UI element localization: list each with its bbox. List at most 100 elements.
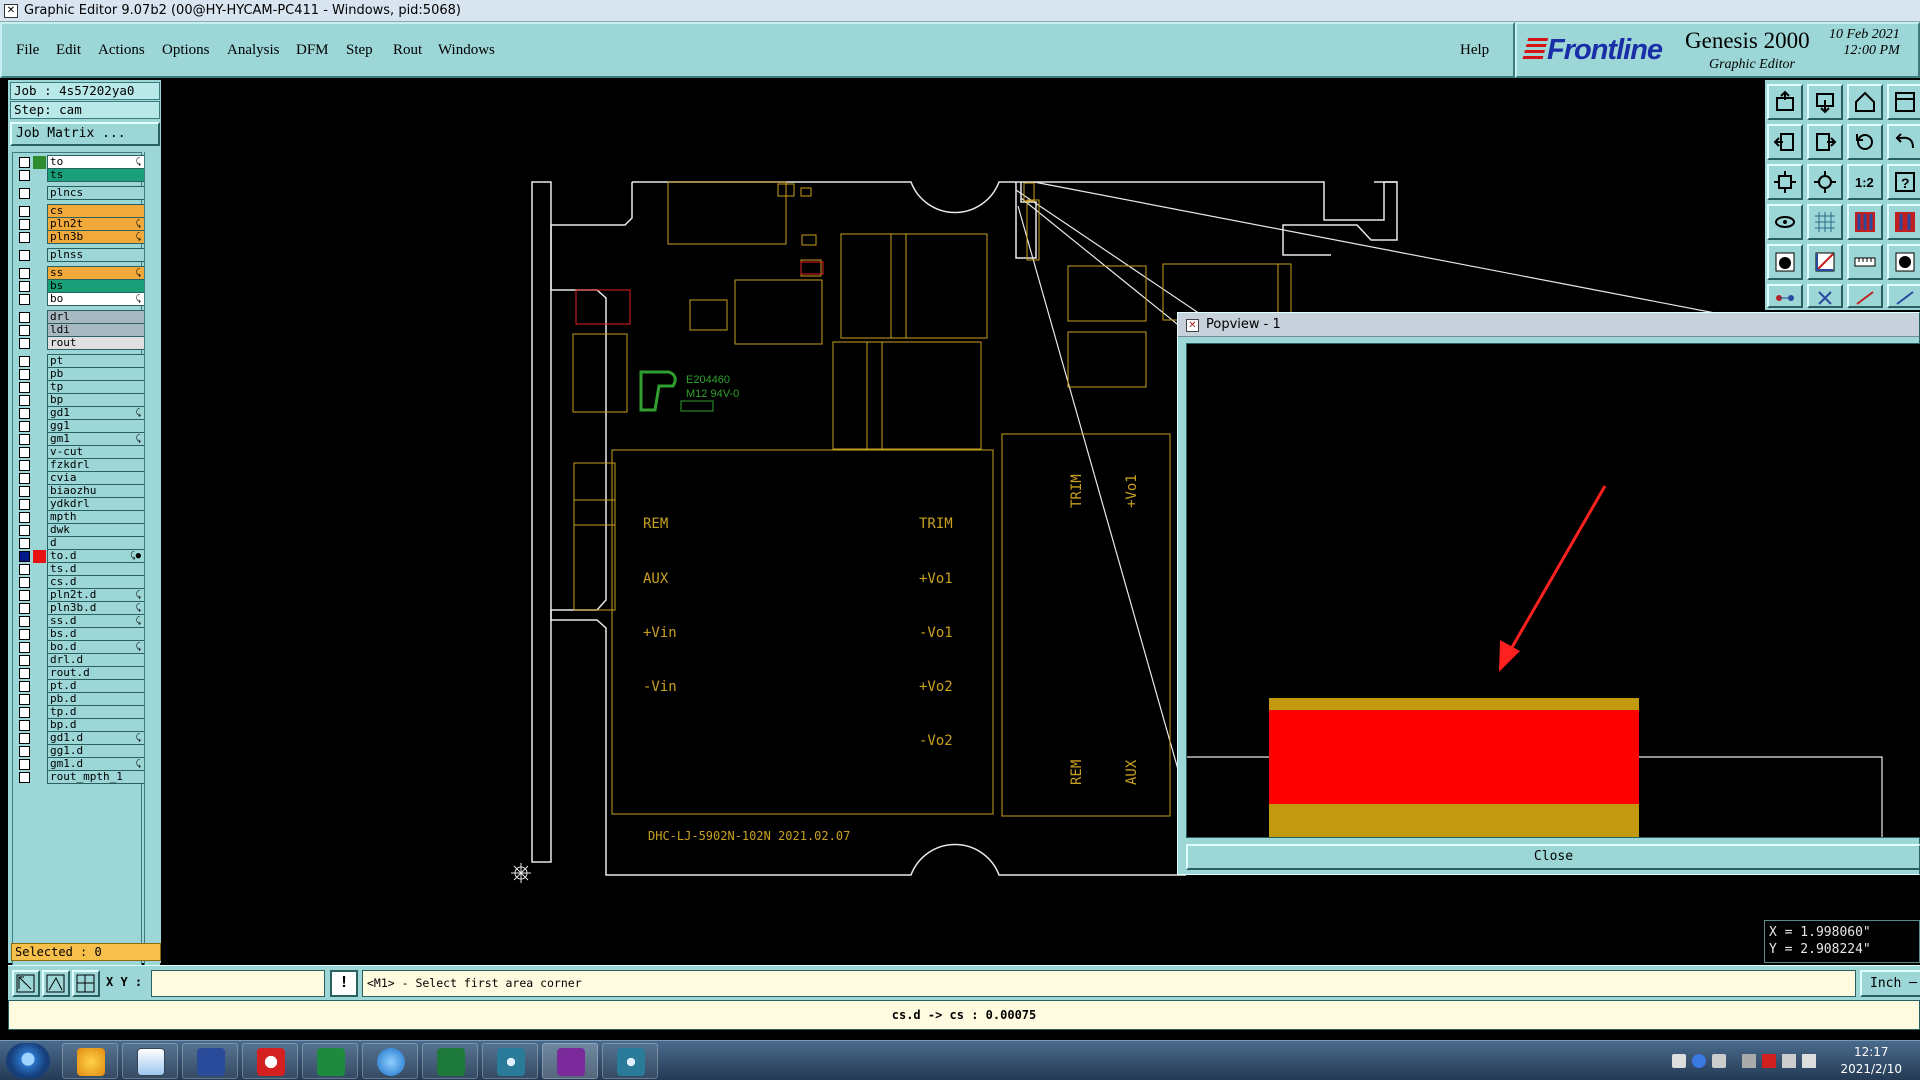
tray-arrow-icon[interactable] <box>1742 1054 1756 1068</box>
layer-checkbox[interactable] <box>19 616 30 627</box>
layer-row-mpth[interactable]: mpth <box>15 510 145 524</box>
tray-help-icon[interactable] <box>1692 1054 1706 1068</box>
tool-grid-icon[interactable] <box>1807 204 1843 240</box>
layer-checkbox[interactable] <box>19 551 30 562</box>
layer-checkbox[interactable] <box>19 759 30 770</box>
layer-checkbox[interactable] <box>19 707 30 718</box>
layer-checkbox[interactable] <box>19 694 30 705</box>
layer-checkbox[interactable] <box>19 170 30 181</box>
layer-checkbox[interactable] <box>19 746 30 757</box>
layer-row-biaozhu[interactable]: biaozhu <box>15 484 145 498</box>
layer-row-to-d[interactable]: to.d ⤹● <box>15 549 145 563</box>
tool-help-icon[interactable]: ? <box>1887 164 1920 200</box>
layer-checkbox[interactable] <box>19 325 30 336</box>
layer-row-rout-mpth-1[interactable]: rout_mpth_1 <box>15 770 145 784</box>
layer-checkbox[interactable] <box>19 421 30 432</box>
menu-dfm[interactable]: DFM <box>296 42 329 59</box>
layer-name[interactable]: pt.d <box>47 679 145 693</box>
layer-name[interactable]: drl <box>47 310 145 324</box>
layer-checkbox[interactable] <box>19 668 30 679</box>
layer-name[interactable]: dwk <box>47 523 145 537</box>
layer-name[interactable]: bo.d ⤹ <box>47 640 145 654</box>
layer-name[interactable]: tp.d <box>47 705 145 719</box>
layer-checkbox[interactable] <box>19 642 30 653</box>
layer-name[interactable]: ts <box>47 168 145 182</box>
layer-name[interactable]: gm1 ⤹ <box>47 432 145 446</box>
layer-row-pln3b-d[interactable]: pln3b.d ⤹ <box>15 601 145 615</box>
tool-window-icon[interactable] <box>1887 84 1920 120</box>
layer-name[interactable]: mpth <box>47 510 145 524</box>
layer-row-v-cut[interactable]: v-cut <box>15 445 145 459</box>
layer-row-bp-d[interactable]: bp.d <box>15 718 145 732</box>
layer-checkbox[interactable] <box>19 525 30 536</box>
layer-checkbox[interactable] <box>19 294 30 305</box>
layer-row-tp[interactable]: tp <box>15 380 145 394</box>
tool-connect-icon[interactable] <box>1767 284 1803 308</box>
layer-checkbox[interactable] <box>19 157 30 168</box>
layer-row-fzkdrl[interactable]: fzkdrl <box>15 458 145 472</box>
layer-row-gm1[interactable]: gm1 ⤹ <box>15 432 145 446</box>
layer-name[interactable]: bp <box>47 393 145 407</box>
layer-name[interactable]: gd1.d ⤹ <box>47 731 145 745</box>
taskbar-app-excel[interactable] <box>422 1043 478 1079</box>
menu-step[interactable]: Step <box>346 42 373 59</box>
layer-row-gg1[interactable]: gg1 <box>15 419 145 433</box>
layer-row-pb[interactable]: pb <box>15 367 145 381</box>
taskbar-app-p[interactable] <box>302 1043 358 1079</box>
layer-name[interactable]: bp.d <box>47 718 145 732</box>
layer-checkbox[interactable] <box>19 603 30 614</box>
tool-snap-top-icon[interactable] <box>1767 84 1803 120</box>
layer-row-dwk[interactable]: dwk <box>15 523 145 537</box>
layer-name[interactable]: ss ⤹ <box>47 266 145 280</box>
layer-checkbox[interactable] <box>19 720 30 731</box>
units-selector[interactable]: Inch ─ <box>1860 970 1920 997</box>
layer-name[interactable]: ts.d <box>47 562 145 576</box>
menu-options[interactable]: Options <box>162 42 210 59</box>
tool-redraw-icon[interactable] <box>1847 124 1883 160</box>
layer-checkbox[interactable] <box>19 312 30 323</box>
tool-zoom-home-icon[interactable] <box>1807 164 1843 200</box>
layer-row-pln3b[interactable]: pln3b ⤹ <box>15 230 145 244</box>
layer-checkbox[interactable] <box>19 338 30 349</box>
layer-row-to[interactable]: to ⤹ <box>15 155 145 169</box>
layer-name[interactable]: v-cut <box>47 445 145 459</box>
layer-row-bs-d[interactable]: bs.d <box>15 627 145 641</box>
tray-volume-icon[interactable] <box>1802 1054 1816 1068</box>
layer-row-drl-d[interactable]: drl.d <box>15 653 145 667</box>
layer-name[interactable]: pt <box>47 354 145 368</box>
layer-row-bs[interactable]: bs <box>15 279 145 293</box>
taskbar-app-genesis-active[interactable] <box>542 1043 598 1079</box>
layer-row-cs[interactable]: cs <box>15 204 145 218</box>
layer-checkbox[interactable] <box>19 655 30 666</box>
layer-name[interactable]: plnss <box>47 248 145 262</box>
popview-canvas[interactable] <box>1186 343 1920 838</box>
tool-snap-bottom-icon[interactable] <box>1807 84 1843 120</box>
layer-row-ydkdrl[interactable]: ydkdrl <box>15 497 145 511</box>
layer-name[interactable]: d <box>47 536 145 550</box>
layer-row-gm1-d[interactable]: gm1.d ⤹ <box>15 757 145 771</box>
tray-keyboard-icon[interactable] <box>1672 1054 1686 1068</box>
layer-name[interactable]: rout_mpth_1 <box>47 770 145 784</box>
layer-checkbox[interactable] <box>19 590 30 601</box>
layer-checkbox[interactable] <box>19 733 30 744</box>
tool-view-icon[interactable] <box>1767 204 1803 240</box>
layer-checkbox[interactable] <box>19 434 30 445</box>
layer-checkbox[interactable] <box>19 188 30 199</box>
layer-checkbox[interactable] <box>19 473 30 484</box>
layer-checkbox[interactable] <box>19 268 30 279</box>
layer-row-ss[interactable]: ss ⤹ <box>15 266 145 280</box>
taskbar-app-shell[interactable] <box>62 1043 118 1079</box>
layer-checkbox[interactable] <box>19 629 30 640</box>
layer-name[interactable]: pln2t ⤹ <box>47 217 145 231</box>
tool-home-icon[interactable] <box>1847 84 1883 120</box>
layer-name[interactable]: tp <box>47 380 145 394</box>
layer-checkbox[interactable] <box>19 408 30 419</box>
layer-row-bo[interactable]: bo ⤹ <box>15 292 145 306</box>
layer-name[interactable]: to ⤹ <box>47 155 145 169</box>
layer-list-scrollbar[interactable] <box>144 152 160 1007</box>
layer-checkbox[interactable] <box>19 281 30 292</box>
layer-row-bp[interactable]: bp <box>15 393 145 407</box>
layer-row-ss-d[interactable]: ss.d ⤹ <box>15 614 145 628</box>
layer-row-plncs[interactable]: plncs <box>15 186 145 200</box>
layer-row-cvia[interactable]: cvia <box>15 471 145 485</box>
